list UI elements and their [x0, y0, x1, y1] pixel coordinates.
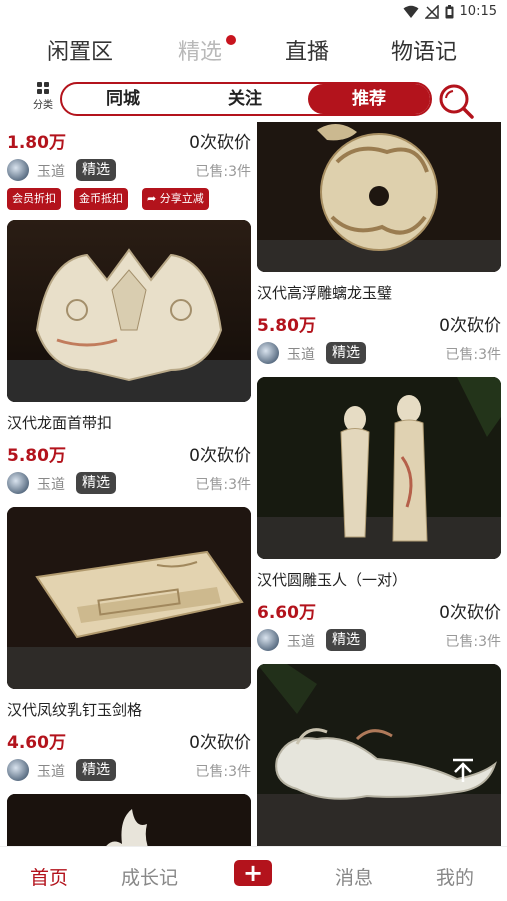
- shop-avatar: [7, 759, 29, 781]
- product-price: 6.60万: [257, 603, 316, 623]
- segment-nearby[interactable]: 同城: [62, 84, 184, 114]
- product-title: 汉代圆雕玉人（一对）: [257, 571, 408, 589]
- product-image: [257, 664, 501, 846]
- status-time: 10:15: [459, 4, 497, 19]
- battery-icon: [445, 4, 454, 19]
- tab-featured-label: 精选: [178, 40, 223, 65]
- product-card[interactable]: 汉代高浮雕螭龙玉璧 5.80万 0次砍价 玉道 精选 已售:3件: [257, 122, 501, 367]
- featured-badge: 精选: [326, 629, 366, 651]
- product-card[interactable]: 汉代圆雕玉人（一对） 6.60万 0次砍价 玉道 精选 已售:3件: [257, 377, 501, 654]
- product-price: 5.80万: [257, 316, 316, 336]
- bargain-count: 0次砍价: [189, 446, 251, 466]
- bargain-count: 0次砍价: [439, 603, 501, 623]
- tab-stories[interactable]: 物语记: [391, 34, 457, 66]
- category-grid-icon: [37, 82, 49, 94]
- product-card[interactable]: 汉代凤纹乳钉玉剑格 4.60万 0次砍价 玉道 精选 已售:3件: [7, 507, 251, 784]
- feed-column-right: 汉代高浮雕螭龙玉璧 5.80万 0次砍价 玉道 精选 已售:3件 汉代圆雕玉人（…: [257, 122, 501, 846]
- featured-badge: 精选: [76, 759, 116, 781]
- product-card[interactable]: [7, 794, 251, 846]
- tag-coin-deduction: 金币抵扣: [74, 188, 128, 210]
- search-button[interactable]: [437, 82, 477, 122]
- tab-growth-journal[interactable]: 成长记: [121, 863, 178, 890]
- product-image: [7, 220, 251, 402]
- shop-name: 玉道: [37, 164, 65, 180]
- shop-name: 玉道: [37, 477, 65, 493]
- shop-avatar: [7, 159, 29, 181]
- product-image: [7, 794, 251, 846]
- segment-recommended[interactable]: 推荐: [308, 84, 430, 114]
- tab-live[interactable]: 直播: [285, 34, 329, 66]
- tab-featured[interactable]: 精选: [178, 34, 237, 66]
- bargain-count: 0次砍价: [189, 733, 251, 753]
- back-to-top-button[interactable]: [449, 756, 477, 784]
- product-title: 汉代龙面首带扣: [7, 414, 113, 432]
- notification-dot: [226, 35, 237, 45]
- shop-name: 玉道: [287, 347, 315, 363]
- product-card[interactable]: [257, 664, 501, 846]
- category-label: 分类: [33, 100, 53, 111]
- product-image: [7, 507, 251, 689]
- sold-count: 已售:3件: [445, 347, 501, 363]
- tag-member-discount: 会员折扣: [7, 188, 61, 210]
- bargain-count: 0次砍价: [439, 316, 501, 336]
- top-tabs: 闲置区 精选 直播 物语记: [0, 34, 507, 74]
- wifi-icon: [403, 5, 419, 19]
- sold-count: 已售:3件: [445, 634, 501, 650]
- featured-badge: 精选: [76, 472, 116, 494]
- no-signal-icon: [424, 4, 439, 19]
- product-card[interactable]: 1.80万 0次砍价 玉道 精选 已售:3件 会员折扣 金币抵扣 ➦ 分享立减: [7, 126, 251, 214]
- shop-name: 玉道: [37, 764, 65, 780]
- segment-control: 同城 关注 推荐: [60, 82, 432, 116]
- segment-following[interactable]: 关注: [184, 84, 306, 114]
- share-icon: ➦: [147, 192, 157, 205]
- tab-home[interactable]: 首页: [30, 863, 68, 890]
- bottom-tab-bar: 首页 成长记 + 消息 我的: [0, 846, 507, 901]
- promo-tags: 会员折扣 金币抵扣 ➦ 分享立减: [7, 188, 251, 214]
- featured-badge: 精选: [326, 342, 366, 364]
- sold-count: 已售:3件: [195, 477, 251, 493]
- publish-button[interactable]: +: [234, 860, 272, 886]
- tab-profile[interactable]: 我的: [436, 863, 474, 890]
- sold-count: 已售:3件: [195, 764, 251, 780]
- product-price: 4.60万: [7, 733, 66, 753]
- shop-avatar: [7, 472, 29, 494]
- shop-avatar: [257, 629, 279, 651]
- product-feed: 1.80万 0次砍价 玉道 精选 已售:3件 会员折扣 金币抵扣 ➦ 分享立减: [0, 122, 507, 846]
- product-image: [257, 122, 501, 272]
- tab-idle-zone[interactable]: 闲置区: [47, 34, 113, 66]
- category-button[interactable]: 分类: [30, 82, 56, 111]
- shop-name: 玉道: [287, 634, 315, 650]
- shop-avatar: [257, 342, 279, 364]
- tag-share-discount: ➦ 分享立减: [142, 188, 209, 210]
- tab-messages[interactable]: 消息: [335, 863, 373, 890]
- arrow-up-icon: [449, 758, 477, 788]
- product-card[interactable]: 汉代龙面首带扣 5.80万 0次砍价 玉道 精选 已售:3件: [7, 220, 251, 497]
- product-price: 5.80万: [7, 446, 66, 466]
- featured-badge: 精选: [76, 159, 116, 181]
- bargain-count: 0次砍价: [189, 133, 251, 153]
- product-title: 汉代凤纹乳钉玉剑格: [7, 701, 143, 719]
- feed-column-left: 1.80万 0次砍价 玉道 精选 已售:3件 会员折扣 金币抵扣 ➦ 分享立减: [7, 122, 251, 846]
- product-price: 1.80万: [7, 133, 66, 153]
- sold-count: 已售:3件: [195, 164, 251, 180]
- product-title: 汉代高浮雕螭龙玉璧: [257, 284, 393, 302]
- status-bar: 10:15: [0, 0, 507, 26]
- filter-row: 分类 同城 关注 推荐: [0, 80, 507, 120]
- product-image: [257, 377, 501, 559]
